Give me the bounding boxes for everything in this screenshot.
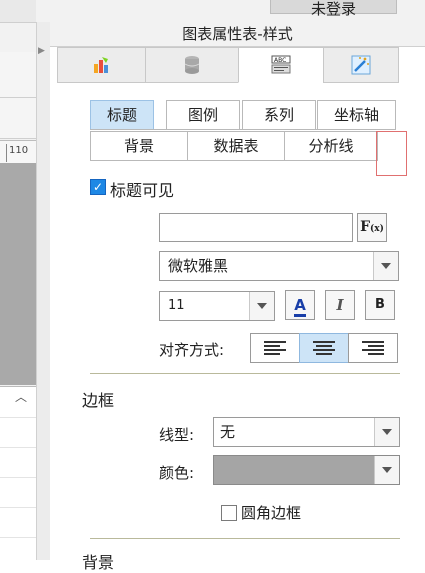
formula-sub: (x) <box>370 224 384 234</box>
font-family-value: 微软雅黑 <box>168 257 229 275</box>
collapse-arrow-icon[interactable]: ▶ <box>38 46 45 56</box>
style-sub-tabs: 标题 图例 系列 坐标轴 背景 数据表 分析线 <box>90 100 396 170</box>
border-color-label: 颜色: <box>159 464 195 482</box>
chevron-down-icon[interactable] <box>374 456 399 484</box>
chevron-down-icon[interactable] <box>373 252 398 280</box>
align-left-icon <box>264 341 286 355</box>
formula-label: F <box>360 219 371 235</box>
left-toolbar-row <box>0 98 36 139</box>
effects-icon <box>351 55 371 75</box>
scroll-up-icon[interactable]: ︿ <box>14 390 28 404</box>
tab-style[interactable]: ABC <box>238 47 324 83</box>
align-center-icon <box>313 341 335 355</box>
highlight-box <box>376 131 407 176</box>
tab-title[interactable]: 标题 <box>90 100 154 130</box>
tab-data[interactable] <box>145 47 239 83</box>
left-toolbar <box>0 52 36 130</box>
background-heading: 背景 <box>82 553 115 572</box>
title-visible-label: 标题可见 <box>110 181 175 200</box>
canvas-area[interactable] <box>0 163 36 385</box>
chart-type-icon <box>93 57 108 73</box>
title-text-input[interactable] <box>159 213 353 242</box>
tab-axis[interactable]: 坐标轴 <box>317 100 396 130</box>
divider-line <box>90 538 400 539</box>
round-corner-checkbox[interactable] <box>221 505 237 521</box>
italic-button[interactable]: I <box>325 290 355 320</box>
tab-background[interactable]: 背景 <box>90 131 188 161</box>
database-icon <box>184 56 200 74</box>
chevron-down-icon[interactable] <box>249 292 274 320</box>
ruler-label: 110 <box>9 145 29 156</box>
align-right-icon <box>362 341 384 355</box>
title-visible-checkbox[interactable]: ✓ <box>90 179 106 195</box>
align-label: 对齐方式: <box>159 341 225 359</box>
panel-title: 图表属性表-样式 <box>50 22 425 47</box>
font-size-select[interactable]: 11 <box>159 291 275 321</box>
tab-series[interactable]: 系列 <box>242 100 316 130</box>
line-type-label: 线型: <box>159 426 195 444</box>
style-icon: ABC <box>271 55 291 74</box>
font-color-button[interactable]: A <box>285 290 315 320</box>
font-size-value: 11 <box>168 298 185 313</box>
svg-text:ABC: ABC <box>274 57 286 64</box>
align-buttons <box>250 333 398 363</box>
line-type-select[interactable]: 无 <box>213 417 400 447</box>
divider-line <box>90 373 400 374</box>
align-left-button[interactable] <box>250 333 300 363</box>
panel-splitter[interactable] <box>36 22 51 560</box>
tab-legend[interactable]: 图例 <box>166 100 240 130</box>
round-corner-label: 圆角边框 <box>241 504 302 522</box>
formula-button[interactable]: F(x) <box>357 213 387 242</box>
bold-button[interactable]: B <box>365 290 395 320</box>
left-top-bar <box>0 0 36 23</box>
tab-data-table[interactable]: 数据表 <box>187 131 285 161</box>
font-family-select[interactable]: 微软雅黑 <box>159 251 399 281</box>
tab-effects[interactable] <box>323 47 399 83</box>
align-center-button[interactable] <box>299 333 349 363</box>
icon-tab-bar: ABC <box>57 47 399 83</box>
ruler: 110 <box>0 140 36 164</box>
tab-chart-type[interactable] <box>57 47 146 83</box>
tab-analysis-line[interactable]: 分析线 <box>284 131 378 161</box>
data-list <box>0 386 36 561</box>
chevron-down-icon[interactable] <box>374 418 399 446</box>
line-type-value: 无 <box>220 423 236 441</box>
border-heading: 边框 <box>82 391 115 410</box>
border-color-select[interactable] <box>213 455 400 485</box>
align-right-button[interactable] <box>348 333 398 363</box>
login-button[interactable]: 未登录 <box>270 0 397 18</box>
